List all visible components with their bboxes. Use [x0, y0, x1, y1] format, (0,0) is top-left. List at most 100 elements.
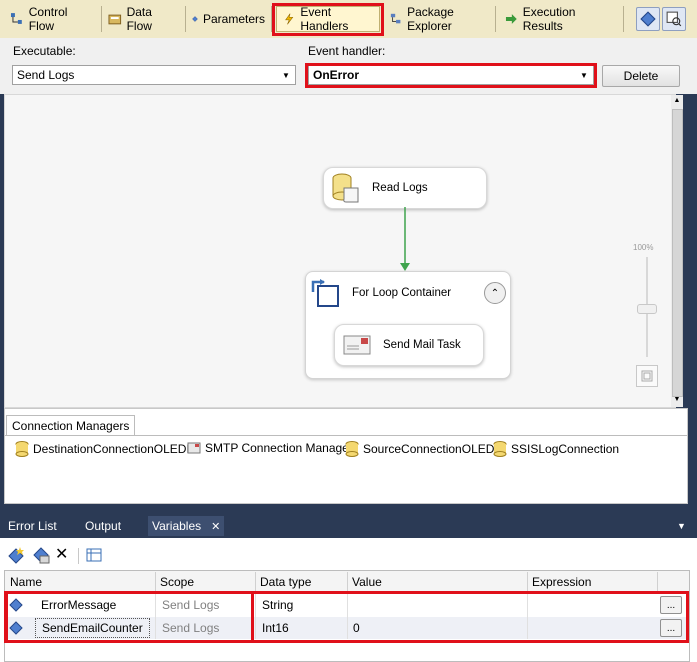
close-icon[interactable]: ✕ [211, 520, 220, 533]
column-header-data-type[interactable]: Data type [256, 572, 348, 592]
tab-variables[interactable]: Variables ✕ [148, 516, 225, 536]
precedence-constraint-arrow[interactable] [399, 207, 411, 273]
connection-managers-tab[interactable]: Connection Managers [6, 415, 136, 436]
expression-builder-button[interactable]: ... [660, 596, 682, 614]
tab-label: Control Flow [28, 5, 68, 33]
tab-label: Execution Results [522, 5, 576, 33]
zoom-level-label: 100% [633, 243, 654, 252]
column-header-name[interactable]: Name [6, 572, 156, 592]
tab-data-flow[interactable]: Data Flow [102, 5, 186, 33]
event-handler-value: OnError [313, 68, 360, 82]
divider [5, 435, 687, 436]
tab-label: Event Handlers [300, 5, 349, 33]
variable-icon [9, 621, 23, 635]
tab-package-explorer[interactable]: Package Explorer [384, 5, 496, 33]
add-variable-button[interactable] [8, 546, 26, 564]
column-header-scope[interactable]: Scope [156, 572, 256, 592]
connection-manager-label: SMTP Connection Manager [205, 441, 353, 455]
tab-label: Parameters [202, 12, 265, 26]
vertical-scrollbar[interactable]: ▲ ▼ [671, 95, 683, 407]
zoom-icon [666, 11, 682, 27]
fit-icon [641, 370, 653, 382]
connection-manager-item[interactable]: DestinationConnectionOLEDB [15, 441, 194, 457]
zoom-slider-thumb[interactable] [637, 304, 657, 314]
executable-combo[interactable]: Send Logs ▼ [12, 65, 296, 85]
arrow-right-icon [505, 14, 517, 24]
tab-parameters[interactable]: Parameters [186, 6, 272, 32]
tab-label: Variables [152, 519, 202, 533]
send-mail-task[interactable]: Send Mail Task [334, 324, 484, 366]
tab-error-list[interactable]: Error List [4, 516, 61, 536]
move-variable-icon [33, 547, 50, 564]
database-icon [345, 441, 359, 457]
tab-label: Package Explorer [407, 5, 454, 33]
scrollbar-thumb[interactable] [672, 109, 683, 397]
connection-manager-item[interactable]: SourceConnectionOLEDB [345, 441, 502, 457]
scroll-up-arrow-icon[interactable]: ▲ [671, 95, 683, 107]
add-variable-icon [8, 547, 24, 564]
chevron-up-icon: ⌃ [490, 287, 500, 299]
parameters-icon [192, 16, 198, 22]
data-flow-icon [108, 14, 122, 25]
grid-options-button[interactable] [86, 547, 102, 563]
connection-manager-label: SSISLogConnection [511, 442, 620, 456]
container-title: For Loop Container [352, 287, 452, 299]
tab-control-flow[interactable]: Control Flow [4, 5, 102, 33]
panel-menu-icon[interactable]: ▼ [673, 516, 690, 536]
design-canvas[interactable]: Read Logs For Loop Container ⌃ Send Mail… [4, 94, 683, 408]
tab-execution-results[interactable]: Execution Results [498, 5, 624, 33]
connection-manager-label: DestinationConnectionOLEDB [33, 442, 195, 456]
connection-managers-panel: Connection Managers DestinationConnectio… [4, 408, 688, 504]
fit-to-window-button[interactable] [636, 365, 658, 387]
grid-line [155, 594, 156, 639]
connection-manager-item[interactable]: SMTP Connection Manager [187, 441, 353, 455]
for-loop-icon [311, 279, 339, 307]
task-label: Send Mail Task [383, 339, 461, 351]
scroll-down-arrow-icon[interactable]: ▼ [671, 394, 683, 406]
collapse-button[interactable]: ⌃ [484, 282, 506, 304]
delete-variable-icon[interactable]: ✕ [55, 546, 71, 564]
tab-output[interactable]: Output [81, 516, 125, 536]
output-tool-window-tabs: Error List Output Variables ✕ ▼ [0, 512, 697, 538]
task-label: Read Logs [372, 182, 428, 194]
control-flow-icon [10, 13, 22, 24]
package-explorer-icon [390, 13, 401, 24]
chevron-down-icon[interactable]: ▼ [278, 67, 294, 83]
grid-line [347, 594, 348, 639]
zoom-toolbar-button[interactable] [662, 7, 686, 31]
tab-event-handlers[interactable]: Event Handlers [276, 5, 380, 33]
for-loop-container[interactable]: For Loop Container ⌃ Send Mail Task [305, 271, 511, 379]
executable-value: Send Logs [17, 68, 75, 82]
executable-label: Executable: [13, 44, 76, 58]
variables-panel: ✕ Name Scope Data type Value Expression … [0, 538, 697, 662]
smtp-icon [187, 442, 201, 454]
column-header-value[interactable]: Value [348, 572, 528, 592]
variables-toolbar-button[interactable] [636, 7, 660, 31]
toolbar-separator [78, 548, 79, 564]
event-handler-label: Event handler: [308, 44, 386, 58]
move-variable-button[interactable] [32, 546, 50, 564]
variable-scope: Send Logs [162, 598, 220, 612]
read-logs-task[interactable]: Read Logs [323, 167, 487, 209]
connection-manager-item[interactable]: SSISLogConnection [493, 441, 619, 457]
database-icon [493, 441, 507, 457]
column-header-expression[interactable]: Expression [528, 572, 658, 592]
variable-data-type[interactable]: String [262, 594, 293, 616]
variables-icon [640, 11, 656, 27]
expression-builder-button[interactable]: ... [660, 619, 682, 637]
event-handler-combo[interactable]: OnError ▼ [308, 65, 594, 85]
tab-label: Data Flow [126, 5, 152, 33]
variable-data-type[interactable]: Int16 [262, 617, 289, 639]
variable-name[interactable]: ErrorMessage [41, 594, 116, 616]
delete-button[interactable]: Delete [602, 65, 680, 87]
lightning-icon [285, 13, 294, 25]
chevron-down-icon[interactable]: ▼ [576, 67, 592, 83]
designer-tab-strip: Control Flow Data Flow Parameters Event … [0, 0, 697, 38]
variable-value[interactable]: 0 [353, 617, 360, 639]
connection-manager-label: SourceConnectionOLEDB [363, 442, 503, 456]
event-handler-header: Executable: Send Logs ▼ Event handler: O… [0, 38, 697, 94]
database-icon [15, 441, 29, 457]
mail-icon [343, 335, 371, 355]
variable-icon [9, 598, 23, 612]
variable-name[interactable]: SendEmailCounter [35, 618, 150, 638]
